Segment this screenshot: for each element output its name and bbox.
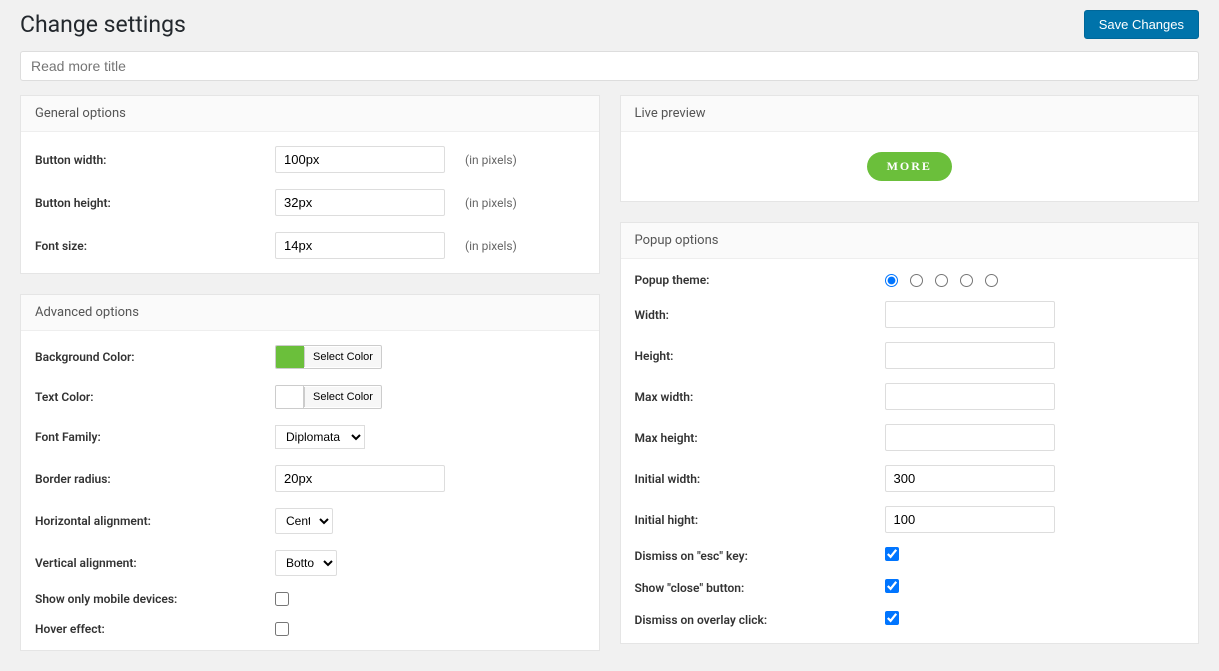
live-preview-panel: Live preview MORE [620, 95, 1200, 202]
font-size-input[interactable] [275, 232, 445, 259]
hover-effect-label: Hover effect: [35, 622, 275, 636]
popup-initial-height-label: Initial hight: [635, 513, 885, 527]
v-align-select[interactable]: Bottom [275, 550, 337, 576]
popup-theme-radio-3[interactable] [935, 274, 948, 287]
text-color-picker[interactable]: Select Color [275, 385, 382, 409]
show-close-label: Show "close" button: [635, 581, 885, 595]
button-height-label: Button height: [35, 196, 275, 210]
text-color-label: Text Color: [35, 390, 275, 404]
popup-height-label: Height: [635, 349, 885, 363]
popup-theme-radio-2[interactable] [910, 274, 923, 287]
bg-color-swatch [276, 346, 304, 368]
border-radius-label: Border radius: [35, 472, 275, 486]
popup-theme-radio-1[interactable] [885, 274, 898, 287]
popup-initial-width-label: Initial width: [635, 472, 885, 486]
popup-max-width-input[interactable] [885, 383, 1055, 410]
popup-theme-radios [885, 274, 1185, 287]
general-options-panel: General options Button width: (in pixels… [20, 95, 600, 274]
button-height-input[interactable] [275, 189, 445, 216]
dismiss-esc-label: Dismiss on "esc" key: [635, 549, 885, 563]
advanced-options-header: Advanced options [21, 295, 599, 331]
show-close-checkbox[interactable] [885, 579, 899, 593]
mobile-only-checkbox[interactable] [275, 592, 289, 606]
dismiss-overlay-label: Dismiss on overlay click: [635, 613, 885, 627]
bg-color-button[interactable]: Select Color [304, 347, 381, 367]
live-preview-header: Live preview [621, 96, 1199, 132]
popup-max-height-label: Max height: [635, 431, 885, 445]
button-width-hint: (in pixels) [465, 153, 517, 167]
read-more-title-input[interactable] [20, 51, 1199, 81]
button-width-input[interactable] [275, 146, 445, 173]
dismiss-esc-checkbox[interactable] [885, 547, 899, 561]
mobile-only-label: Show only mobile devices: [35, 592, 275, 606]
save-changes-button[interactable]: Save Changes [1084, 10, 1199, 39]
advanced-options-panel: Advanced options Background Color: Selec… [20, 294, 600, 651]
page-title: Change settings [20, 11, 186, 38]
popup-initial-width-input[interactable] [885, 465, 1055, 492]
bg-color-label: Background Color: [35, 350, 275, 364]
bg-color-picker[interactable]: Select Color [275, 345, 382, 369]
popup-theme-label: Popup theme: [635, 273, 885, 287]
dismiss-overlay-checkbox[interactable] [885, 611, 899, 625]
v-align-label: Vertical alignment: [35, 556, 275, 570]
font-family-label: Font Family: [35, 430, 275, 444]
popup-initial-height-input[interactable] [885, 506, 1055, 533]
font-size-hint: (in pixels) [465, 239, 517, 253]
popup-height-input[interactable] [885, 342, 1055, 369]
popup-options-header: Popup options [621, 223, 1199, 259]
text-color-button[interactable]: Select Color [304, 387, 381, 407]
text-color-swatch [276, 386, 304, 408]
popup-width-input[interactable] [885, 301, 1055, 328]
button-width-label: Button width: [35, 153, 275, 167]
font-size-label: Font size: [35, 239, 275, 253]
border-radius-input[interactable] [275, 465, 445, 492]
h-align-label: Horizontal alignment: [35, 514, 275, 528]
preview-more-button: MORE [867, 152, 952, 181]
button-height-hint: (in pixels) [465, 196, 517, 210]
general-options-header: General options [21, 96, 599, 132]
popup-theme-radio-5[interactable] [985, 274, 998, 287]
popup-width-label: Width: [635, 308, 885, 322]
popup-theme-radio-4[interactable] [960, 274, 973, 287]
popup-max-height-input[interactable] [885, 424, 1055, 451]
popup-options-panel: Popup options Popup theme: Width: [620, 222, 1200, 644]
h-align-select[interactable]: Center [275, 508, 333, 534]
font-family-select[interactable]: Diplomata SC [275, 425, 365, 449]
popup-max-width-label: Max width: [635, 390, 885, 404]
hover-effect-checkbox[interactable] [275, 622, 289, 636]
